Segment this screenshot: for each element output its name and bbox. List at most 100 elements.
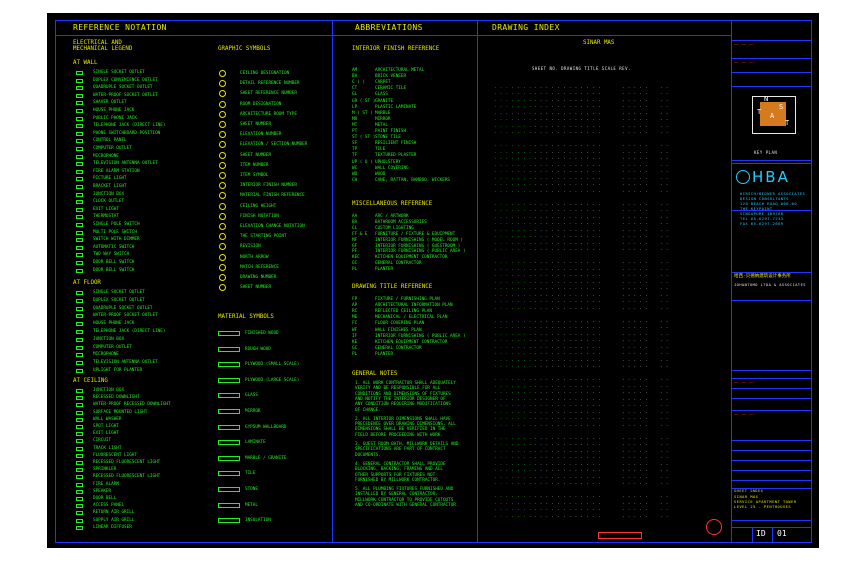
- drawing-index-cell: · · · · · · ·: [494, 130, 532, 135]
- drawing-index-cell: · · · · · · · · · · · ·: [534, 117, 601, 122]
- drawing-index-cell: · · · · · · ·: [494, 305, 532, 311]
- finish-code: SF: [352, 141, 358, 147]
- finish-desc: STONE TILE: [375, 135, 401, 141]
- drawing-index-cell: · ·: [660, 513, 669, 519]
- drawing-index-cell: · · · · · · · · · · · ·: [534, 110, 601, 116]
- drawing-desc: INTERIOR FURNISHING ( PUBLIC AREA ): [375, 333, 466, 339]
- drawing-index-cell: · ·: [660, 461, 669, 467]
- drawing-index-cell: · · · · ·: [622, 299, 649, 304]
- drawing-index-cell: · · · · · · · · · · · ·: [534, 266, 601, 272]
- drawing-title-ref: DRAWING TITLE REFERENCE: [352, 284, 433, 290]
- title-block-rule: [731, 470, 812, 471]
- ceiling-legend-item: RETURN AIR GRILL: [93, 510, 135, 516]
- drawing-index-cell: · · · · · · · · · · · ·: [534, 305, 601, 311]
- wall-legend-symbol-icon: [76, 147, 83, 151]
- title-block-rule: [731, 388, 812, 389]
- ceiling-legend-item: RECESSED FLUORESCENT LIGHT: [93, 460, 161, 465]
- at-wall-title: AT WALL: [73, 60, 98, 66]
- divider-3: [731, 20, 732, 543]
- ceiling-legend-symbol-icon: [76, 468, 83, 473]
- graphic-symbol-icon: [219, 212, 226, 220]
- drawing-index-cell: · · · · ·: [622, 344, 649, 350]
- finish-desc: BRICK VENEER: [375, 74, 407, 80]
- wall-legend-item: SINGLE SOCKET OUTLET: [93, 70, 145, 75]
- drawing-index-cell: · ·: [660, 123, 669, 129]
- drawing-index-cell: · · · · ·: [622, 507, 649, 512]
- at-floor-title: AT FLOOR: [73, 280, 101, 286]
- brand-address-line: SINGAPORE 189768: [740, 212, 784, 216]
- title-block-rule: [731, 450, 812, 451]
- drawing-index-cell: · · · · · · ·: [494, 448, 532, 454]
- drawing-index-cell: · · · · ·: [622, 266, 649, 272]
- drawing-index-cell: · ·: [660, 84, 669, 90]
- misc-code: KEC: [352, 255, 360, 261]
- brand-address-line: TEL 65-6297-7233: [740, 217, 784, 221]
- material-swatch-icon: [218, 424, 240, 430]
- material-label: METAL: [245, 502, 258, 508]
- drawing-index-cell: · ·: [660, 286, 669, 291]
- title-block-rule: [731, 520, 812, 521]
- floor-legend-symbol-icon: [76, 369, 83, 373]
- title-block-rule: [731, 370, 812, 371]
- sheet-code: ID: [756, 529, 766, 538]
- drawing-index-cell: · · · · · · · · · · · ·: [534, 383, 601, 389]
- drawing-index-cell: · · · · ·: [622, 357, 649, 363]
- finish-code: MT: [352, 122, 358, 128]
- ceiling-legend-symbol-icon: [76, 396, 83, 401]
- finish-desc: RESILIENT FINISH: [375, 141, 417, 147]
- drawing-index-cell: · · · · · · ·: [494, 396, 532, 402]
- graphic-symbol-icon: [219, 70, 226, 77]
- ceiling-legend-symbol-icon: [76, 497, 83, 501]
- drawing-index-cell: · ·: [660, 435, 669, 441]
- wall-legend-item: THERMOSTAT: [93, 214, 119, 220]
- drawing-index-cell: · ·: [660, 351, 669, 356]
- material-label: TILE: [245, 471, 256, 477]
- ceiling-legend-item: WALL WASHER: [93, 416, 122, 422]
- finish-code: UP ( U ): [352, 159, 373, 165]
- drawing-index-cell: · · · · · · ·: [494, 507, 532, 512]
- material-swatch-icon: [218, 502, 240, 508]
- wall-legend-symbol-icon: [76, 124, 83, 129]
- drawing-index-cell: · ·: [660, 104, 669, 109]
- brand-address-line: DESIGN CONSULTANTS: [740, 197, 789, 201]
- drawing-index-cell: · · · · ·: [622, 318, 649, 324]
- drawing-code: PL: [352, 351, 358, 357]
- drawing-index-cell: · · · · ·: [622, 351, 649, 356]
- drawing-index-cell: · · · · · · · · · · · ·: [534, 208, 601, 213]
- finish-code: WC: [352, 165, 358, 171]
- wall-legend-item: PUBLIC PHONE JACK: [93, 115, 137, 121]
- drawing-desc: PLANTER: [375, 351, 394, 357]
- drawing-desc: MECHANICAL / ELECTRICAL PLAN: [375, 315, 448, 321]
- graphic-symbols-title: GRAPHIC SYMBOLS: [218, 46, 271, 52]
- drawing-index-cell: · · · · · · ·: [494, 175, 532, 181]
- drawing-index-cell: · · · · ·: [622, 286, 649, 291]
- drawing-index-cell: · · · · ·: [622, 208, 649, 213]
- drawing-index-cell: · ·: [660, 422, 669, 428]
- finish-desc: GLASS: [375, 92, 388, 98]
- drawing-index-cell: · · · · · · · · · · · ·: [534, 240, 601, 246]
- material-label: STONE: [245, 487, 258, 492]
- abbreviations-title: ABBREVIATIONS: [355, 23, 423, 32]
- drawing-index-cell: · · · · ·: [622, 383, 649, 389]
- wall-legend-item: MICROPHONE: [93, 153, 119, 159]
- wall-legend-symbol-icon: [76, 139, 83, 144]
- drawing-index-cell: · · · · ·: [622, 338, 649, 343]
- drawing-index-cell: · · · · · · ·: [494, 513, 532, 519]
- drawing-index-cell: · ·: [660, 188, 669, 194]
- drawing-index-cell: · · · · · · ·: [494, 455, 532, 460]
- misc-desc: KITCHEN EQUIPMENT CONTRACTOR: [375, 255, 448, 261]
- drawing-index-cell: · ·: [660, 162, 669, 168]
- drawing-desc: REFLECTED CEILING PLAN: [375, 309, 432, 315]
- project-line: SERVICE APARTMENT TOWER: [734, 500, 797, 504]
- index-header-row: SHEET NO. DRAWING TITLE SCALE REV.: [532, 66, 631, 71]
- divider-1: [332, 20, 333, 543]
- drawing-code: FP: [352, 297, 358, 302]
- graphic-symbol-icon: [219, 253, 226, 261]
- drawing-index-cell: · · · · ·: [622, 175, 649, 181]
- revision-stamp: —— —— ——: [734, 42, 754, 47]
- floor-legend-symbol-icon: [76, 353, 83, 358]
- drawing-index-cell: · · · · · · ·: [494, 403, 532, 408]
- drawing-index-cell: · ·: [660, 448, 669, 454]
- drawing-index-cell: · · · · · · · · · · · ·: [534, 175, 601, 181]
- floor-legend-symbol-icon: [76, 291, 83, 295]
